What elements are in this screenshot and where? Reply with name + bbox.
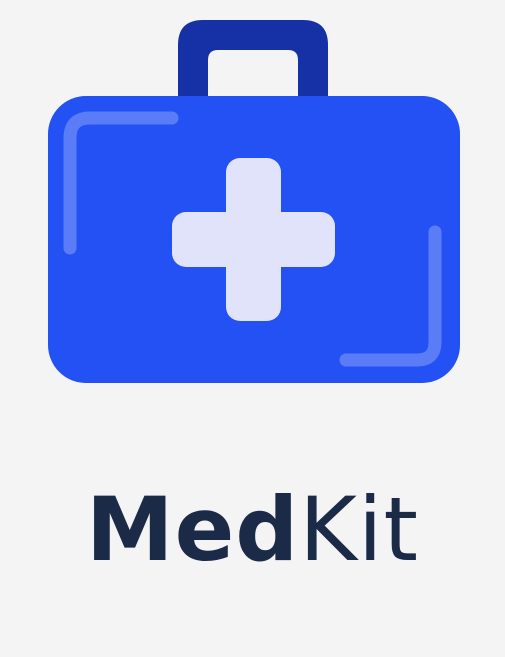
kit-handle (178, 20, 328, 100)
brand-wordmark: MedKit (0, 470, 505, 590)
brand-logo-page: MedKit (0, 0, 505, 657)
brand-name-bold: Med (86, 478, 300, 581)
medical-kit-icon (48, 20, 460, 383)
cross-horizontal-bar (172, 212, 335, 267)
brand-name-light: Kit (299, 478, 419, 581)
